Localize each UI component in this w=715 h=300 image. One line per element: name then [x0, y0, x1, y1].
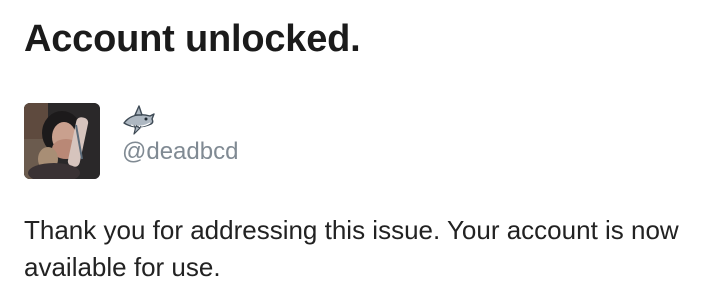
account-profile: @deadbcd — [24, 103, 238, 179]
avatar[interactable] — [24, 103, 100, 179]
shark-icon — [123, 105, 155, 135]
avatar-image — [24, 103, 100, 179]
status-message: Thank you for addressing this issue. You… — [24, 215, 679, 282]
account-identity: @deadbcd — [122, 103, 238, 166]
account-handle[interactable]: @deadbcd — [122, 138, 238, 166]
page-title: Account unlocked. — [24, 18, 361, 60]
